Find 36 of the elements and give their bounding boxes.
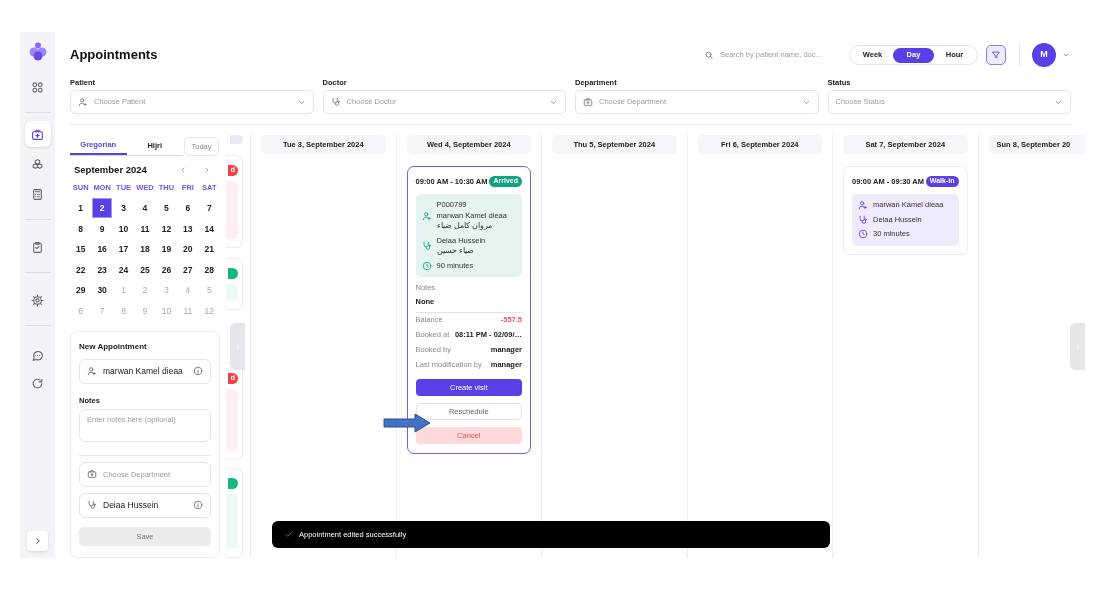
calendar-day[interactable]: 29 [70,280,91,301]
calendar-day[interactable]: 17 [113,239,134,260]
card-title: New Appointment [79,340,148,353]
calendar-day[interactable]: 11 [135,218,155,239]
calendar-day[interactable]: 4 [135,198,155,219]
calendar-day[interactable]: 2 [92,198,113,219]
month-label: September 2024 [74,162,147,177]
calendar-day[interactable]: 22 [70,260,91,281]
calendar-day[interactable]: 12 [156,218,177,239]
calendar-day[interactable]: 7 [199,198,220,219]
calendar-day[interactable]: 23 [92,260,113,281]
calendar-day[interactable]: 20 [177,239,198,260]
calendar-day[interactable]: 25 [135,260,155,281]
avatar[interactable]: M [1032,43,1056,67]
calendar-day[interactable]: 21 [199,239,220,260]
input-field[interactable]: Deiaa Hussein [79,492,211,518]
input-field[interactable]: marwan Kamel dieaa [79,358,211,384]
calendar-day[interactable]: 1 [70,198,91,219]
calendar-day[interactable]: 3 [113,198,134,219]
calendar-day[interactable]: 6 [177,198,198,219]
calendar-day[interactable]: 9 [92,218,113,239]
calendar-day[interactable]: 10 [113,218,134,239]
calendar-day[interactable]: 19 [156,239,177,260]
calendar-day[interactable]: 24 [113,260,134,281]
calendar-day[interactable]: 15 [70,239,91,260]
page-title: Appointments [70,46,158,65]
calendar-day[interactable]: 16 [92,239,113,260]
calendar-day[interactable]: 18 [135,239,155,260]
calendar-day[interactable]: 26 [156,260,177,281]
calendar-day[interactable]: 28 [199,260,220,281]
calendar-day[interactable]: 13 [177,218,198,239]
calendar-day[interactable]: 27 [177,260,198,281]
calendar-day[interactable]: 8 [70,218,91,239]
calendar-day[interactable]: 14 [199,218,220,239]
calendar-day[interactable]: 5 [156,198,177,219]
calendar-day[interactable]: 30 [92,280,113,301]
